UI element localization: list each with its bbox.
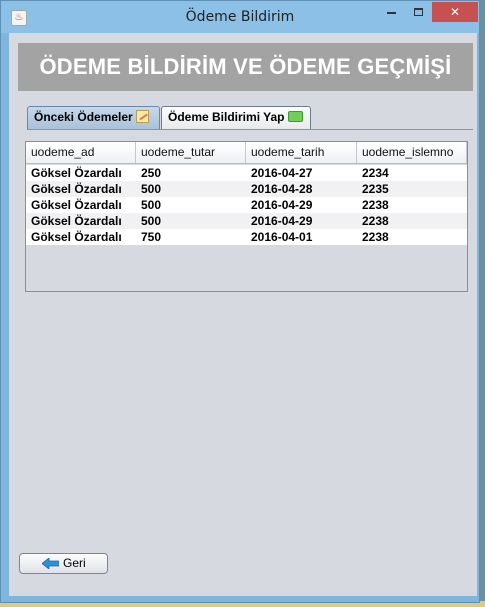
payments-table[interactable]: uodeme_ad uodeme_tutar uodeme_tarih uode… [25,141,468,292]
cell-ad: Göksel Özardalı [31,166,122,180]
page-title: ÖDEME BİLDİRİM VE ÖDEME GEÇMİŞİ [18,43,473,91]
minimize-icon [386,11,396,14]
table-row[interactable]: Göksel Özardalı 500 2016-04-29 2238 [26,213,467,229]
cell-ad: Göksel Özardalı [31,182,122,196]
table-row[interactable]: Göksel Özardalı 250 2016-04-27 2234 [26,165,467,181]
note-icon [136,110,150,123]
back-button[interactable]: Geri [19,553,108,574]
maximize-icon [414,7,423,16]
table-row[interactable]: Göksel Özardalı 500 2016-04-29 2238 [26,197,467,213]
money-icon [287,111,303,122]
cell-ad: Göksel Özardalı [31,214,122,228]
tab-previous-payments[interactable]: Önceki Ödemeler [27,106,160,129]
tab-divider [27,129,473,130]
content-panel: ÖDEME BİLDİRİM VE ÖDEME GEÇMİŞİ Önceki Ö… [9,33,477,596]
title-bar[interactable]: ♨ Ödeme Bildirim ✕ [1,1,479,33]
tab-label: Ödeme Bildirimi Yap [168,110,285,124]
cell-tarih: 2016-04-01 [251,230,313,244]
cell-tutar: 500 [141,214,162,228]
cell-islemno: 2235 [362,182,389,196]
cell-tutar: 250 [141,166,162,180]
cell-islemno: 2238 [362,230,389,244]
cell-ad: Göksel Özardalı [31,198,122,212]
cell-tarih: 2016-04-27 [251,166,313,180]
column-header-islemno[interactable]: uodeme_islemno [357,142,467,163]
cell-ad: Göksel Özardalı [31,230,122,244]
tab-label: Önceki Ödemeler [34,110,133,124]
column-header-tarih[interactable]: uodeme_tarih [246,142,357,163]
table-header: uodeme_ad uodeme_tutar uodeme_tarih uode… [26,142,467,164]
close-icon: ✕ [449,5,461,19]
table-body: Göksel Özardalı 250 2016-04-27 2234 Göks… [26,165,467,245]
minimize-button[interactable] [377,2,405,22]
left-arrow-icon [42,558,59,569]
table-row[interactable]: Göksel Özardalı 500 2016-04-28 2235 [26,181,467,197]
cell-tarih: 2016-04-28 [251,182,313,196]
table-row[interactable]: Göksel Özardalı 750 2016-04-01 2238 [26,229,467,245]
column-header-ad[interactable]: uodeme_ad [26,142,136,163]
cell-tarih: 2016-04-29 [251,214,313,228]
tab-make-payment-notice[interactable]: Ödeme Bildirimi Yap [161,106,311,129]
cell-tutar: 750 [141,230,162,244]
back-label: Geri [63,556,86,570]
cell-islemno: 2238 [362,214,389,228]
column-header-tutar[interactable]: uodeme_tutar [136,142,246,163]
cell-tutar: 500 [141,182,162,196]
close-button[interactable]: ✕ [432,2,478,22]
maximize-button[interactable] [405,2,432,22]
app-window: ♨ Ödeme Bildirim ✕ ÖDEME BİLDİRİM VE ÖDE… [0,0,480,603]
cell-islemno: 2238 [362,198,389,212]
cell-tutar: 500 [141,198,162,212]
cell-tarih: 2016-04-29 [251,198,313,212]
cell-islemno: 2234 [362,166,389,180]
